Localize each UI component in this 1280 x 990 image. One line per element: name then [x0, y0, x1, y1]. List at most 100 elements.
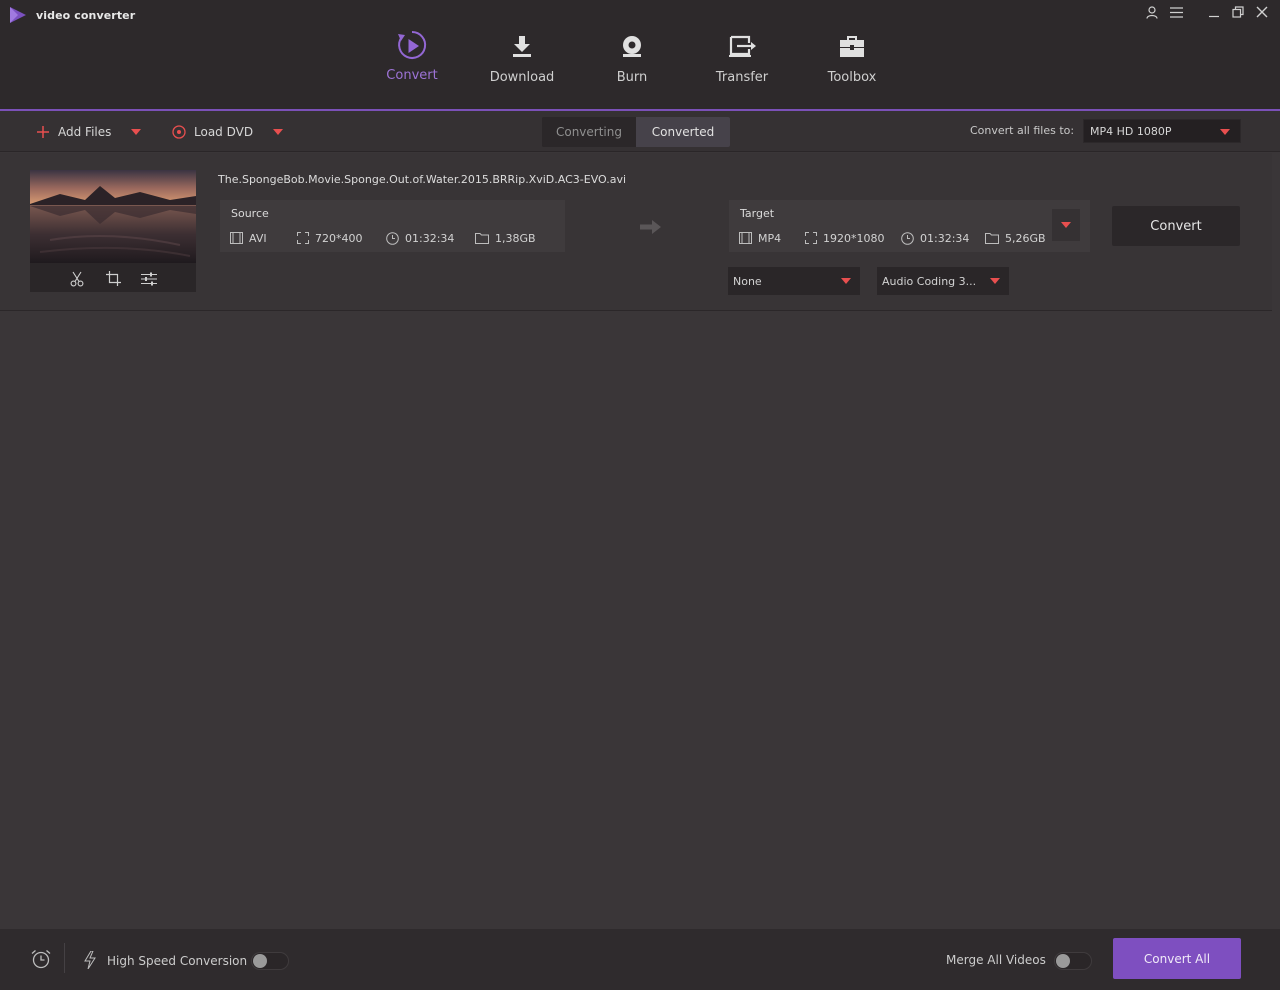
nav-convert[interactable]: Convert	[357, 0, 467, 111]
add-files-button[interactable]: Add Files	[36, 111, 142, 152]
arrow-right-icon	[640, 219, 662, 235]
source-format: AVI	[230, 232, 297, 245]
lightning-icon	[84, 951, 96, 969]
target-format: MP4	[739, 232, 805, 245]
app-brand: video converter	[8, 6, 135, 24]
chevron-down-icon	[1061, 222, 1071, 228]
film-icon	[230, 232, 243, 244]
footer-divider	[64, 943, 65, 973]
target-resolution: 1920*1080	[805, 232, 901, 245]
file-list-item: The.SpongeBob.Movie.Sponge.Out.of.Water.…	[0, 153, 1272, 311]
disc-icon	[172, 124, 186, 139]
chevron-down-icon	[1220, 129, 1230, 135]
target-format-value: MP4	[758, 231, 782, 245]
resolution-icon	[805, 232, 817, 244]
source-resolution: 720*400	[297, 232, 386, 245]
target-title: Target	[740, 207, 775, 220]
source-size: 1,38GB	[475, 232, 536, 245]
target-fields: MP4 1920*1080 01:32:34 5,26GB	[739, 230, 1046, 246]
convert-icon	[396, 29, 428, 63]
top-bar: video converter Convert Download Burn Tr…	[0, 0, 1280, 111]
chevron-down-icon	[841, 278, 851, 284]
nav-transfer[interactable]: Transfer	[687, 0, 797, 110]
convert-all-to-label: Convert all files to:	[970, 124, 1075, 137]
toolbar: Add Files Load DVD Converting Converted …	[0, 111, 1280, 152]
folder-icon	[985, 232, 999, 244]
load-dvd-label: Load DVD	[194, 124, 254, 139]
account-icon[interactable]	[1142, 4, 1162, 20]
tab-converted[interactable]: Converted	[636, 117, 730, 147]
subtitle-value: None	[733, 274, 762, 288]
window-controls	[1142, 4, 1272, 20]
nav-label: Download	[489, 70, 555, 85]
toolbox-icon	[836, 31, 868, 61]
target-format-dropdown[interactable]	[1052, 209, 1080, 241]
crop-icon[interactable]	[104, 270, 122, 288]
status-tabs: Converting Converted	[542, 117, 730, 147]
source-info: Source AVI 720*400 01:32:34 1,38GB	[220, 200, 565, 252]
subtitle-select[interactable]: None	[728, 267, 860, 295]
footer-bar: High Speed Conversion Merge All Videos C…	[0, 929, 1280, 990]
add-files-label: Add Files	[58, 124, 112, 139]
main-nav: Convert Download Burn Transfer Toolbox	[357, 0, 907, 111]
thumbnail-tools	[30, 265, 196, 292]
high-speed-toggle[interactable]	[251, 952, 289, 970]
nav-label: Toolbox	[827, 70, 877, 85]
scrollbar[interactable]	[1272, 153, 1280, 929]
folder-icon	[475, 232, 489, 244]
high-speed-label: High Speed Conversion	[107, 954, 248, 968]
menu-icon[interactable]	[1166, 4, 1186, 20]
target-resolution-value: 1920*1080	[823, 231, 885, 245]
output-format-select[interactable]: MP4 HD 1080P	[1083, 119, 1241, 143]
source-fields: AVI 720*400 01:32:34 1,38GB	[230, 230, 536, 246]
toggle-knob	[253, 954, 267, 968]
nav-toolbox[interactable]: Toolbox	[797, 0, 907, 110]
target-size: 5,26GB	[985, 232, 1046, 245]
transfer-icon	[726, 31, 758, 61]
toggle-knob	[1056, 954, 1070, 968]
merge-toggle[interactable]	[1054, 952, 1092, 970]
chevron-down-icon	[990, 278, 1000, 284]
source-format-value: AVI	[249, 231, 267, 245]
nav-label: Burn	[616, 70, 648, 85]
nav-label: Transfer	[715, 70, 769, 85]
merge-label: Merge All Videos	[946, 953, 1046, 967]
output-format-value: MP4 HD 1080P	[1090, 124, 1172, 138]
clock-icon	[901, 231, 914, 245]
nav-download[interactable]: Download	[467, 0, 577, 110]
tab-converting[interactable]: Converting	[542, 117, 636, 147]
app-title: video converter	[36, 8, 136, 22]
target-info[interactable]: Target MP4 1920*1080 01:32:34 5,26GB	[729, 200, 1090, 252]
target-size-value: 5,26GB	[1005, 231, 1046, 245]
source-size-value: 1,38GB	[495, 231, 536, 245]
file-name: The.SpongeBob.Movie.Sponge.Out.of.Water.…	[218, 173, 627, 186]
audio-track-select[interactable]: Audio Coding 3...	[877, 267, 1009, 295]
target-duration-value: 01:32:34	[920, 231, 970, 245]
source-resolution-value: 720*400	[315, 231, 363, 245]
close-icon[interactable]	[1252, 4, 1272, 20]
nav-burn[interactable]: Burn	[577, 0, 687, 110]
alarm-clock-icon[interactable]	[30, 949, 52, 969]
app-logo-icon	[8, 6, 28, 24]
minimize-icon[interactable]	[1204, 4, 1224, 20]
video-thumbnail-panel	[30, 170, 196, 292]
resolution-icon	[297, 232, 309, 244]
restore-icon[interactable]	[1228, 4, 1248, 20]
convert-button[interactable]: Convert	[1112, 206, 1240, 246]
video-thumbnail[interactable]	[30, 170, 196, 263]
download-icon	[506, 31, 538, 61]
source-duration: 01:32:34	[386, 232, 475, 245]
target-duration: 01:32:34	[901, 232, 985, 245]
adjust-icon[interactable]	[140, 270, 158, 288]
source-duration-value: 01:32:34	[405, 231, 455, 245]
plus-icon	[36, 125, 50, 139]
source-title: Source	[231, 207, 269, 220]
scissors-icon[interactable]	[68, 270, 86, 288]
convert-all-button[interactable]: Convert All	[1113, 938, 1241, 979]
chevron-down-icon[interactable]	[273, 128, 284, 135]
load-dvd-button[interactable]: Load DVD	[172, 111, 284, 152]
nav-label: Convert	[386, 68, 438, 83]
chevron-down-icon[interactable]	[131, 128, 142, 135]
clock-icon	[386, 231, 399, 245]
burn-icon	[616, 31, 648, 61]
